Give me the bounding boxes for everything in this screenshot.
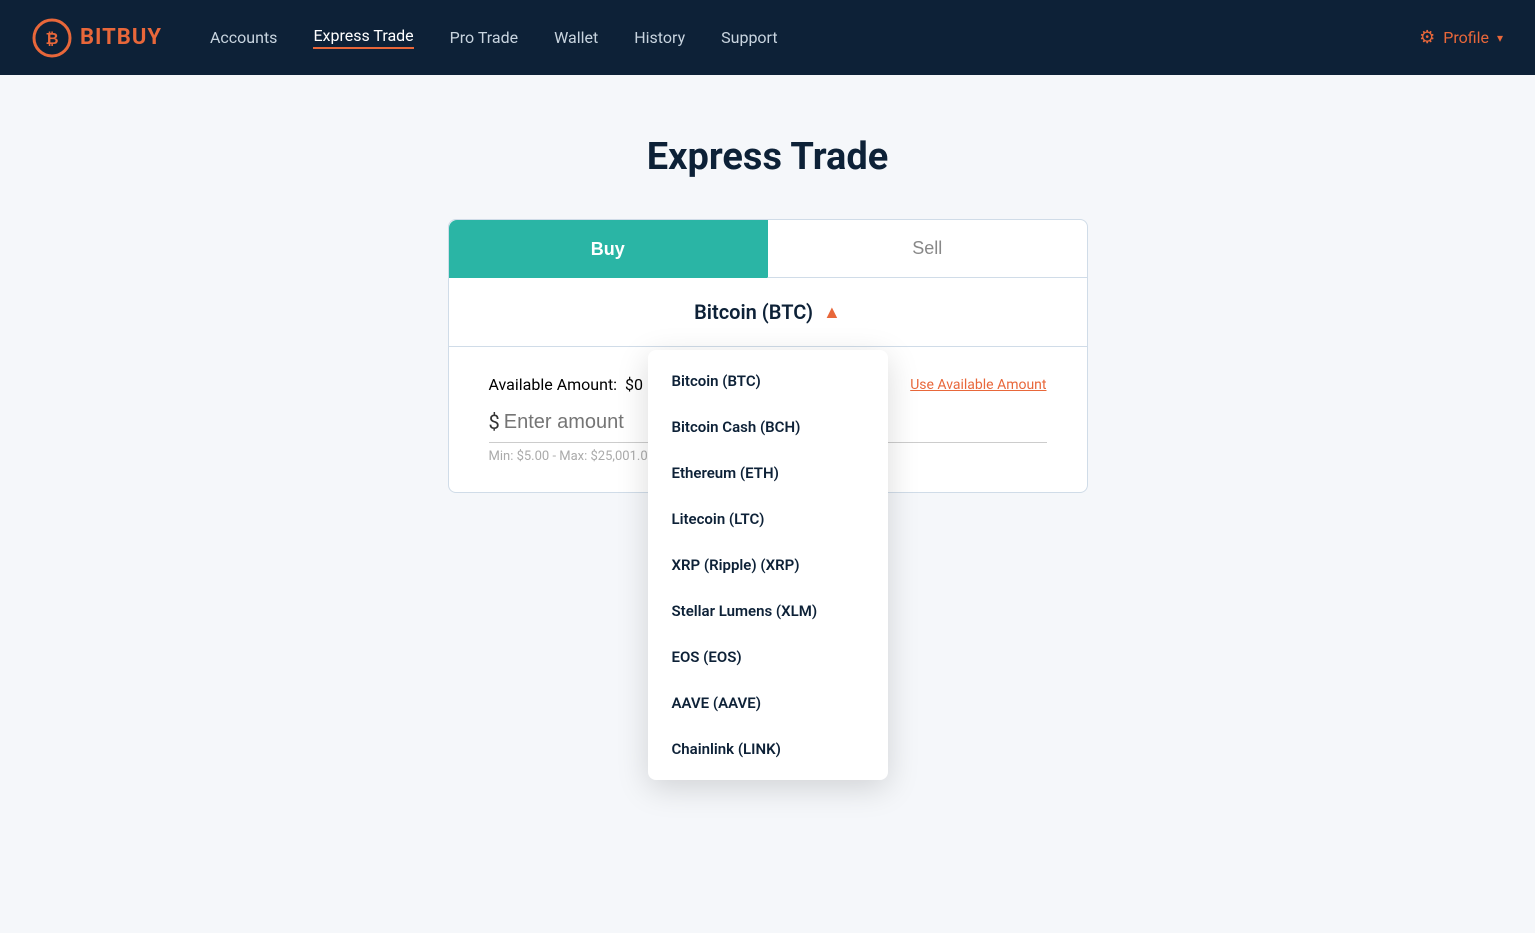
dropdown-item-ltc[interactable]: Litecoin (LTC) [648, 496, 888, 542]
nav-pro-trade[interactable]: Pro Trade [450, 28, 518, 47]
currency-dropdown: Bitcoin (BTC) Bitcoin Cash (BCH) Ethereu… [648, 350, 888, 780]
dropdown-item-bch[interactable]: Bitcoin Cash (BCH) [648, 404, 888, 450]
dropdown-item-eth[interactable]: Ethereum (ETH) [648, 450, 888, 496]
logo[interactable]: ₿ BITBUY [32, 18, 162, 58]
profile-menu[interactable]: ⚙ Profile ▾ [1419, 27, 1503, 48]
main-content: Express Trade Buy Sell Bitcoin (BTC) ▲ B… [0, 75, 1535, 493]
dropdown-item-btc[interactable]: Bitcoin (BTC) [648, 358, 888, 404]
dropdown-item-aave[interactable]: AAVE (AAVE) [648, 680, 888, 726]
dropdown-item-link[interactable]: Chainlink (LINK) [648, 726, 888, 772]
gear-icon: ⚙ [1419, 27, 1435, 48]
page-title: Express Trade [647, 135, 889, 179]
nav-links: Accounts Express Trade Pro Trade Wallet … [210, 26, 1419, 49]
trade-tabs: Buy Sell [449, 220, 1087, 278]
currency-selector[interactable]: Bitcoin (BTC) ▲ Bitcoin (BTC) Bitcoin Ca… [449, 278, 1087, 347]
buy-tab[interactable]: Buy [449, 220, 768, 278]
dropdown-item-eos[interactable]: EOS (EOS) [648, 634, 888, 680]
svg-text:₿: ₿ [45, 29, 58, 48]
use-available-amount-link[interactable]: Use Available Amount [910, 377, 1046, 393]
selected-currency-label: Bitcoin (BTC) [694, 300, 813, 324]
dollar-sign: $ [489, 410, 500, 434]
dropdown-item-xrp[interactable]: XRP (Ripple) (XRP) [648, 542, 888, 588]
navbar: ₿ BITBUY Accounts Express Trade Pro Trad… [0, 0, 1535, 75]
logo-bit: BIT [80, 25, 117, 50]
logo-buy: BUY [117, 25, 162, 50]
available-amount-value: $0 [625, 375, 643, 394]
chevron-down-icon: ▾ [1497, 31, 1503, 45]
nav-accounts[interactable]: Accounts [210, 28, 277, 47]
nav-wallet[interactable]: Wallet [554, 28, 598, 47]
profile-label: Profile [1443, 28, 1489, 47]
nav-history[interactable]: History [634, 28, 685, 47]
available-amount-label: Available Amount: $0 [489, 375, 644, 394]
dropdown-item-xlm[interactable]: Stellar Lumens (XLM) [648, 588, 888, 634]
nav-support[interactable]: Support [721, 28, 777, 47]
chevron-up-icon: ▲ [823, 302, 841, 323]
sell-tab[interactable]: Sell [767, 220, 1087, 278]
logo-icon: ₿ [32, 18, 72, 58]
nav-express-trade[interactable]: Express Trade [313, 26, 413, 49]
trade-card: Buy Sell Bitcoin (BTC) ▲ Bitcoin (BTC) B… [448, 219, 1088, 493]
